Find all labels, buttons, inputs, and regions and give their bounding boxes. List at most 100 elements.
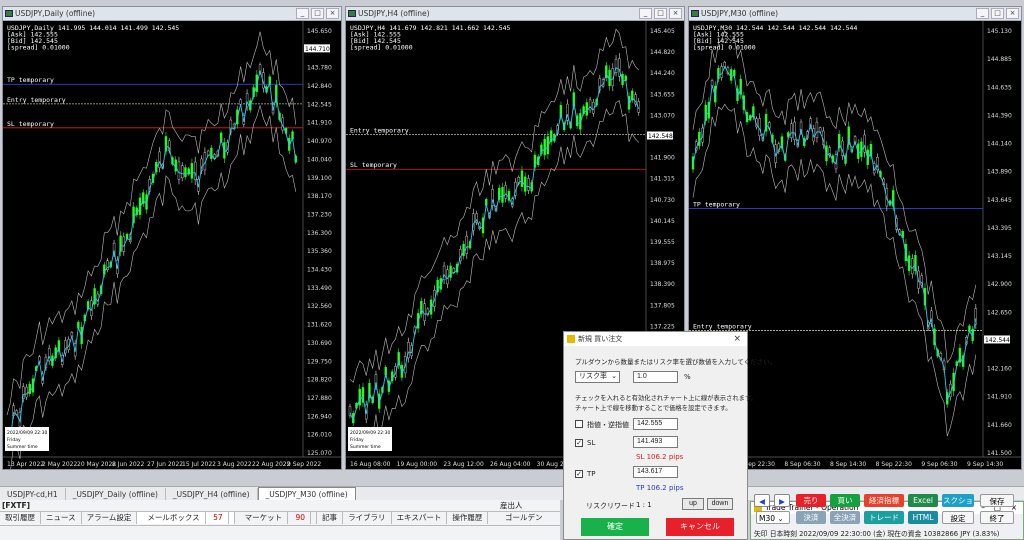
- limit-checkbox[interactable]: [575, 420, 583, 428]
- step-forward-button[interactable]: ▶: [774, 494, 790, 507]
- price-tick: 128.820: [307, 377, 332, 384]
- minimize-button[interactable]: _: [976, 8, 989, 19]
- tab-news[interactable]: ニュース: [41, 512, 82, 524]
- candle: [758, 118, 761, 136]
- buy-button[interactable]: 買い: [830, 494, 860, 507]
- minimize-button[interactable]: _: [639, 8, 652, 19]
- candle: [239, 99, 242, 105]
- risk-input[interactable]: 1.0: [633, 371, 678, 383]
- tp-price-input[interactable]: 143.617: [633, 466, 678, 478]
- limit-label: 指値・逆指値: [587, 421, 629, 429]
- candle: [911, 258, 914, 275]
- sl-label: SL: [587, 439, 596, 447]
- settle-button[interactable]: 決済: [796, 511, 826, 524]
- settings-button[interactable]: 設定: [942, 511, 974, 524]
- maximize-button[interactable]: □: [311, 8, 324, 19]
- tab-mailbox[interactable]: メールボックス 57: [137, 512, 235, 524]
- dialog-titlebar: 新規 買い注文 ×: [564, 332, 747, 346]
- tab-market[interactable]: マーケット 90: [235, 512, 318, 524]
- down-button[interactable]: down: [707, 498, 733, 510]
- tp-pips: TP 106.2 pips: [636, 484, 684, 492]
- tab-history[interactable]: 取引履歴: [0, 512, 41, 524]
- close-icon[interactable]: ×: [733, 332, 741, 346]
- price-tick: 126.010: [307, 432, 332, 439]
- date-tick: 9 Sep 2022: [287, 461, 321, 468]
- price-tick: 125.070: [307, 450, 332, 457]
- badge-count: 57: [208, 512, 229, 524]
- candle: [501, 187, 504, 203]
- sell-button[interactable]: 売り: [796, 494, 826, 507]
- economic-indicators-button[interactable]: 経済指標: [864, 494, 904, 507]
- candle: [465, 235, 469, 254]
- limit-price-input[interactable]: 142.555: [633, 418, 678, 430]
- html-button[interactable]: HTML: [908, 511, 938, 524]
- save-button[interactable]: 保存: [980, 494, 1014, 507]
- price-tick: 145.130: [987, 28, 1012, 35]
- close-button[interactable]: ×: [326, 8, 339, 19]
- up-button[interactable]: up: [682, 498, 704, 510]
- chart-window-daily[interactable]: USDJPY,Daily (offline) _ □ × USDJPY,Daily …: [2, 6, 342, 470]
- price-tick: 126.940: [307, 413, 332, 420]
- time-info-text: Friday: [350, 437, 364, 443]
- price-tick: 144.820: [650, 49, 675, 56]
- cancel-button[interactable]: キャンセル: [666, 518, 734, 536]
- sl-checkbox[interactable]: ✓: [575, 439, 583, 447]
- tab-articles[interactable]: 記事: [317, 512, 344, 524]
- window-titlebar: USDJPY,H4 (offline) _ □ ×: [346, 7, 684, 21]
- close-button[interactable]: ×: [669, 8, 682, 19]
- price-tick: 145.405: [650, 28, 675, 35]
- trainer-controls: ◀ ▶ 売り 買い 経済指標 Excel スクショ 保存 M30 ⌄ 決済 全決…: [752, 492, 1022, 526]
- date-tick: 27 Jun 2022: [147, 461, 183, 468]
- candle: [462, 243, 465, 257]
- tab-journal[interactable]: 操作履歴: [447, 512, 489, 524]
- column-header: 産出人: [500, 501, 523, 510]
- window-title: USDJPY,H4 (offline): [358, 9, 430, 18]
- mode-select[interactable]: リスク率 ⌄: [575, 371, 620, 383]
- price-tick: 141.500: [987, 450, 1012, 457]
- tab-chart-active[interactable]: _USDJPY_M30 (offline): [257, 487, 356, 500]
- price-tick: 144.240: [650, 70, 675, 77]
- price-tick: 132.560: [307, 303, 332, 310]
- candle: [790, 123, 793, 138]
- date-tick: 13 Apr 2022: [7, 461, 44, 468]
- price-tick: 136.300: [307, 230, 332, 237]
- date-tick: 15 Jul 2022: [182, 461, 216, 468]
- date-tick: 8 Sep 06:30: [784, 461, 820, 468]
- tab-experts[interactable]: エキスパート: [392, 512, 448, 524]
- maximize-button[interactable]: □: [654, 8, 667, 19]
- price-tick: 134.430: [307, 267, 332, 274]
- close-button[interactable]: ×: [1006, 8, 1019, 19]
- instruction-text: プルダウンから数量またはリスク率を選び数値を入力してください。: [575, 358, 777, 366]
- date-tick: 19 Aug 00:00: [397, 461, 438, 468]
- level-label: SL temporary: [350, 161, 397, 169]
- exit-button[interactable]: 終了: [980, 511, 1014, 524]
- tab-alerts[interactable]: アラーム設定: [82, 512, 138, 524]
- maximize-button[interactable]: □: [991, 8, 1004, 19]
- price-chart[interactable]: USDJPY,Daily 141.995 144.014 141.499 142…: [3, 21, 341, 469]
- timeframe-select[interactable]: M30 ⌄: [756, 511, 790, 524]
- trade-button[interactable]: トレード: [864, 511, 904, 524]
- price-tick: 131.620: [307, 322, 332, 329]
- price-tick: 142.650: [987, 309, 1012, 316]
- price-tick: 144.710: [305, 46, 330, 53]
- excel-button[interactable]: Excel: [908, 494, 938, 507]
- candle: [698, 131, 701, 146]
- confirm-button[interactable]: 確定: [581, 518, 649, 536]
- candle: [504, 185, 507, 199]
- tab-library[interactable]: ライブラリ: [343, 512, 392, 524]
- settle-all-button[interactable]: 全決済: [830, 511, 860, 524]
- sl-price-input[interactable]: 141.493: [633, 436, 678, 448]
- screenshot-button[interactable]: スクショ: [942, 494, 974, 507]
- price-tick: 143.890: [987, 169, 1012, 176]
- time-info-text: 2022/09/09 22:30 (JST): [7, 430, 59, 436]
- bollinger-band-lower: [10, 104, 297, 469]
- candle: [190, 163, 194, 179]
- price-tick: 130.690: [307, 340, 332, 347]
- terminal-label: [FXTF]: [2, 501, 31, 510]
- candle: [585, 102, 589, 116]
- step-back-button[interactable]: ◀: [754, 494, 770, 507]
- tab-label: メールボックス: [142, 512, 206, 524]
- tp-checkbox[interactable]: ✓: [575, 470, 583, 478]
- minimize-button[interactable]: _: [296, 8, 309, 19]
- candle: [206, 150, 210, 156]
